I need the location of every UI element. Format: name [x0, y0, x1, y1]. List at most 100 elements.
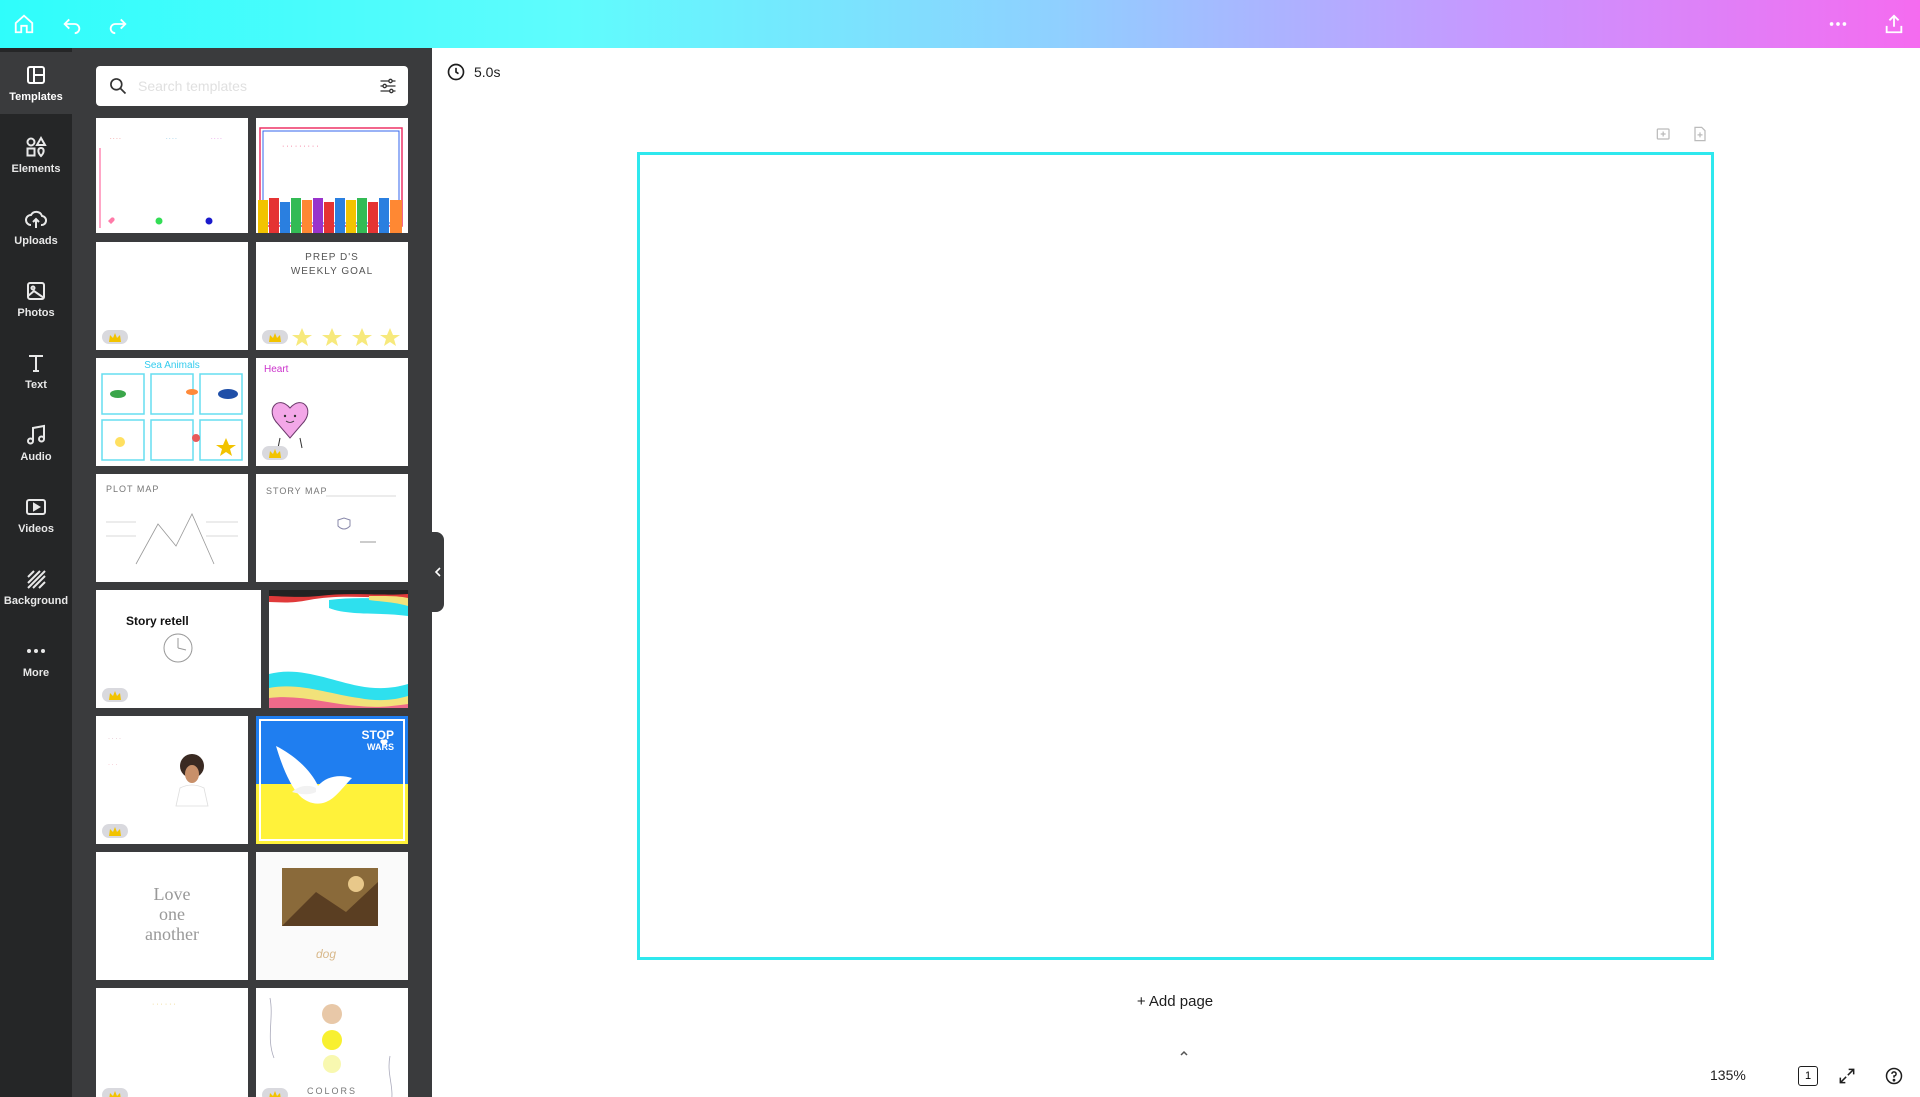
- collapse-panel-button[interactable]: [432, 532, 444, 612]
- redo-button[interactable]: [104, 10, 132, 38]
- svg-text:· · · · · · · · ·: · · · · · · · · ·: [282, 143, 319, 150]
- svg-text:· · ·: · · ·: [108, 762, 117, 768]
- colors-illustration: [269, 997, 393, 1097]
- chevron-up-icon[interactable]: [1176, 1046, 1192, 1062]
- template-thumbnail[interactable]: · · · · · ·: [96, 988, 248, 1097]
- template-thumbnail[interactable]: COLORS: [256, 988, 408, 1097]
- svg-text:· · · · · ·: · · · · · ·: [152, 1001, 176, 1008]
- photo-illustration: dog: [256, 852, 408, 980]
- rail-item-videos[interactable]: Videos: [0, 484, 72, 546]
- template-thumbnail[interactable]: STOP WARS: [256, 716, 408, 844]
- elements-icon: [26, 135, 47, 158]
- home-button[interactable]: [10, 10, 38, 38]
- template-thumbnail[interactable]: Heart: [256, 358, 408, 466]
- template-thumbnail[interactable]: STORY MAP: [256, 474, 408, 582]
- crown-icon: [269, 1090, 281, 1097]
- rail-label: Text: [25, 379, 47, 391]
- premium-badge: [102, 330, 128, 344]
- zoom-level[interactable]: 135%: [1710, 1067, 1746, 1083]
- duration-timer[interactable]: 5.0s: [446, 62, 500, 82]
- template-thumbnail[interactable]: · · · · · · · · · · · ·: [96, 118, 248, 233]
- redo-icon: [109, 18, 127, 35]
- design-page-canvas[interactable]: [637, 152, 1714, 960]
- more-icon: [27, 649, 45, 653]
- clock-icon: [447, 63, 465, 81]
- premium-badge: [262, 446, 288, 460]
- template-thumbnail[interactable]: Sea Animals: [96, 358, 248, 466]
- svg-text:· · · ·: · · · ·: [166, 136, 177, 142]
- rail-item-elements[interactable]: Elements: [0, 124, 72, 186]
- share-icon: [1885, 14, 1903, 34]
- rail-item-photos[interactable]: Photos: [0, 268, 72, 330]
- template-thumbnail[interactable]: [269, 590, 408, 708]
- premium-badge: [262, 1088, 288, 1097]
- crown-icon: [109, 332, 121, 342]
- crown-icon: [109, 690, 121, 700]
- template-preview: · · · · · · · · · · · ·: [99, 136, 222, 228]
- template-preview: [101, 373, 243, 461]
- svg-text:dog: dog: [316, 947, 336, 961]
- template-line: one: [159, 904, 185, 924]
- template-preview: · · · · · ·: [152, 1001, 176, 1008]
- template-thumbnail[interactable]: · · · · · · · · ·: [256, 118, 408, 233]
- share-button[interactable]: [1880, 10, 1908, 38]
- rail-item-more[interactable]: More: [0, 628, 72, 690]
- fullscreen-icon[interactable]: [1837, 1066, 1857, 1086]
- crown-icon: [109, 1090, 121, 1097]
- rail-label: Templates: [9, 91, 63, 103]
- template-search-box: [96, 66, 408, 106]
- template-thumbnail[interactable]: · · · · · · ·: [96, 716, 248, 844]
- template-thumbnail[interactable]: [96, 242, 248, 350]
- svg-text:· · · ·: · · · ·: [108, 736, 121, 742]
- videos-icon: [26, 499, 46, 515]
- search-icon: [110, 78, 127, 95]
- add-page-icon[interactable]: [1690, 124, 1710, 144]
- crown-icon: [269, 332, 281, 342]
- templates-panel: · · · · · · · · · · · · · · · · · · · · …: [72, 48, 432, 1097]
- more-options-button[interactable]: [1824, 10, 1852, 38]
- story-map-illustration: [326, 495, 396, 543]
- duration-label: 5.0s: [474, 64, 501, 80]
- rail-item-background[interactable]: Background: [0, 556, 72, 618]
- wave-illustration: [269, 590, 408, 708]
- chevron-left-icon: [434, 567, 441, 577]
- duplicate-page-icon[interactable]: [1654, 124, 1674, 144]
- add-page-button[interactable]: + Add page: [1130, 993, 1220, 1015]
- page-count-button[interactable]: 1: [1798, 1066, 1818, 1086]
- template-thumbnail[interactable]: PLOT MAP: [96, 474, 248, 582]
- rail-label: Videos: [18, 523, 54, 535]
- top-bar: [0, 0, 1920, 48]
- rail-item-text[interactable]: Text: [0, 340, 72, 402]
- undo-button[interactable]: [58, 10, 86, 38]
- template-thumbnail[interactable]: Story retell: [96, 590, 261, 708]
- undo-icon: [63, 18, 81, 35]
- svg-text:· · · ·: · · · ·: [110, 136, 121, 142]
- template-thumbnail[interactable]: dog: [256, 852, 408, 980]
- template-subtitle: WARS: [367, 742, 394, 752]
- rail-label: Uploads: [14, 235, 58, 247]
- rail-item-audio[interactable]: Audio: [0, 412, 72, 474]
- more-icon: [1829, 22, 1847, 26]
- template-thumbnail[interactable]: PREP D'S WEEKLY GOAL: [256, 242, 408, 350]
- background-icon: [27, 570, 46, 589]
- photos-icon: [27, 282, 45, 300]
- search-input[interactable]: [138, 74, 358, 98]
- help-icon[interactable]: [1884, 1066, 1904, 1086]
- premium-badge: [102, 1088, 128, 1097]
- premium-badge: [102, 688, 128, 702]
- svg-text:· · · ·: · · · ·: [211, 136, 222, 142]
- uploads-icon: [25, 210, 48, 228]
- premium-badge: [102, 824, 128, 838]
- home-icon: [14, 14, 34, 34]
- template-line: another: [145, 924, 199, 944]
- filter-icon[interactable]: [378, 76, 398, 96]
- templates-icon: [27, 66, 45, 84]
- crown-icon: [109, 826, 121, 836]
- rail-label: Photos: [17, 307, 55, 319]
- rail-label: Elements: [11, 163, 61, 175]
- side-rail: Templates Elements Uploads Photos Text A…: [0, 48, 72, 1097]
- rail-item-templates[interactable]: Templates: [0, 52, 72, 114]
- template-thumbnail[interactable]: Love one another: [96, 852, 248, 980]
- rail-item-uploads[interactable]: Uploads: [0, 196, 72, 258]
- crown-icon: [269, 448, 281, 458]
